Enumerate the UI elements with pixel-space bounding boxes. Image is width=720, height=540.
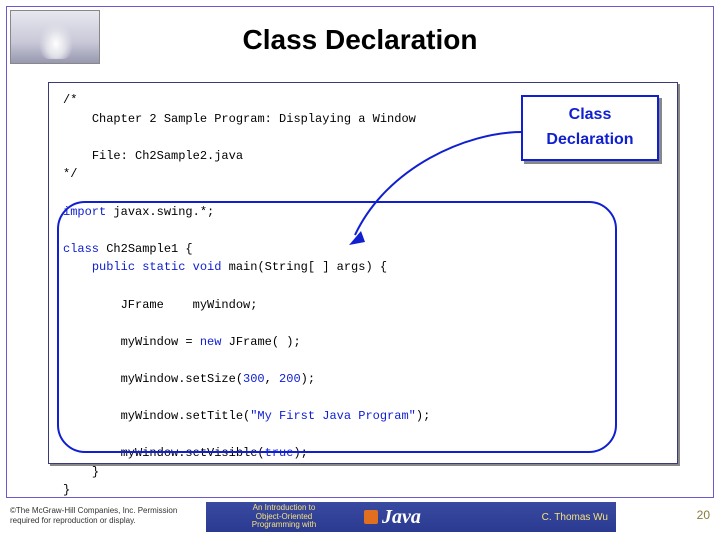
num200: 200 [279,372,301,386]
setsize2: ); [301,372,315,386]
setvis1: myWindow.setVisible( [121,446,265,460]
java-text: Java [382,506,421,529]
jframe-decl: JFrame myWindow; [121,298,258,312]
brace-inner: } [92,465,99,479]
kw-new: new [200,335,222,349]
settitle1: myWindow.setTitle( [121,409,251,423]
title-str: "My First Java Program" [250,409,416,423]
kw-true: true [265,446,294,460]
comment-open: /* [63,93,77,107]
page-number: 20 [697,508,710,522]
banner-author: C. Thomas Wu [542,512,608,523]
class-rest: Ch2Sample1 { [99,242,193,256]
footer: ©The McGraw-Hill Companies, Inc. Permiss… [0,500,720,540]
code-box: Class Declaration /* Chapter 2 Sample Pr… [48,82,678,464]
setsize1: myWindow.setSize( [121,372,243,386]
comma1: , [265,372,279,386]
banner-intro3: Programming with [212,521,356,530]
assign1: myWindow = [121,335,200,349]
kw-import: import [63,205,106,219]
comment-line2: File: Ch2Sample2.java [92,149,243,163]
num300: 300 [243,372,265,386]
copyright-text: ©The McGraw-Hill Companies, Inc. Permiss… [10,506,200,525]
comment-close: */ [63,167,77,181]
kw-class: class [63,242,99,256]
settitle2: ); [416,409,430,423]
page-title: Class Declaration [0,24,720,56]
kw-psv: public static void [92,260,222,274]
banner-java: Java [364,506,421,529]
assign2: JFrame( ); [221,335,300,349]
setvis2: ); [293,446,307,460]
coffee-cup-icon [364,510,378,524]
comment-line1: Chapter 2 Sample Program: Displaying a W… [92,112,416,126]
main-rest: main(String[ ] args) { [221,260,387,274]
callout-line2: Declaration [527,128,653,153]
book-banner: An Introduction to Object-Oriented Progr… [206,502,616,532]
callout-line1: Class [527,103,653,128]
import-rest: javax.swing.*; [106,205,214,219]
banner-intro: An Introduction to Object-Oriented Progr… [206,504,356,530]
brace-outer: } [63,483,70,497]
callout-class-declaration: Class Declaration [521,95,659,161]
